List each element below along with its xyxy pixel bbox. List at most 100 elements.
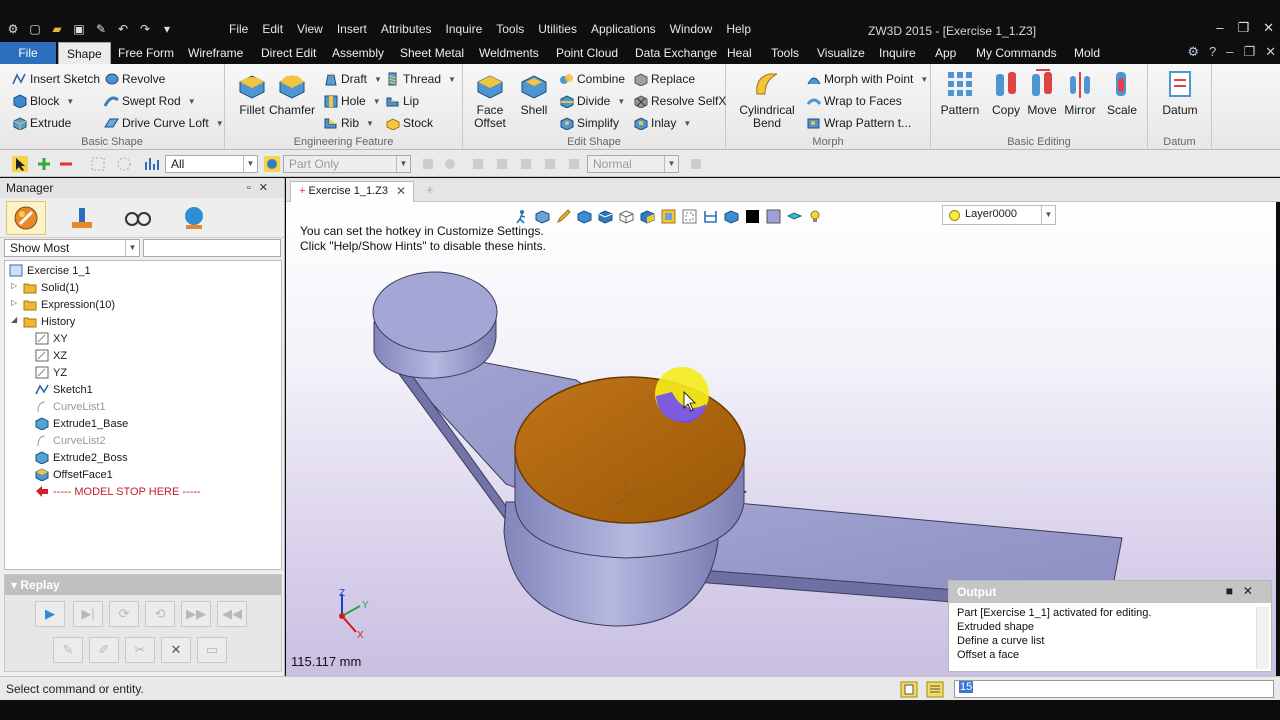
menu-window[interactable]: Window	[663, 22, 720, 36]
tree-node-xz[interactable]: XZ	[35, 347, 67, 364]
pick-icon-8[interactable]	[688, 156, 704, 172]
close-icon[interactable]: ✕	[396, 184, 406, 198]
cube-icon[interactable]	[577, 209, 592, 224]
menu-help[interactable]: Help	[719, 22, 758, 36]
replay-edit-button[interactable]: ✎	[53, 637, 83, 663]
settings-gear-icon[interactable]: ⚙	[1187, 44, 1199, 60]
tree-node-model-stop[interactable]: ----- MODEL STOP HERE -----	[35, 483, 201, 500]
ribbon-restore-icon[interactable]: ❐	[1243, 44, 1255, 60]
section-view-icon[interactable]	[703, 209, 718, 224]
help-icon[interactable]: ?	[1209, 44, 1216, 60]
scale-button[interactable]: Scale	[1099, 68, 1145, 117]
stock-button[interactable]: Stock	[385, 114, 433, 132]
tab-app[interactable]: App	[927, 42, 964, 64]
part-filter-icon[interactable]	[264, 156, 280, 172]
swept-rod-button[interactable]: Swept Rod ▼	[104, 92, 196, 110]
manager-search-input[interactable]	[143, 239, 281, 257]
tree-node-extrude2[interactable]: Extrude2_Boss	[35, 449, 128, 466]
rib-button[interactable]: Rib ▼	[323, 114, 374, 132]
expand-arrow-icon[interactable]: ▷	[11, 281, 17, 290]
tab-tools[interactable]: Tools	[763, 42, 807, 64]
morph-with-point-button[interactable]: Morph with Point ▼	[806, 70, 928, 88]
render-mode-icon[interactable]	[535, 209, 550, 224]
shaded-cube-icon[interactable]	[598, 209, 613, 224]
replay-step-over-button[interactable]: ⟲	[145, 601, 175, 627]
tab-data-exchange[interactable]: Data Exchange	[627, 42, 725, 64]
pick-icon-5[interactable]	[518, 156, 534, 172]
explode-view-icon[interactable]	[724, 209, 739, 224]
assembly-manager-tab[interactable]	[62, 201, 102, 235]
tree-node-xy[interactable]: XY	[35, 330, 68, 347]
view-manager-tab[interactable]	[118, 201, 158, 235]
view-orientation-icon[interactable]	[640, 209, 655, 224]
menu-attributes[interactable]: Attributes	[374, 22, 439, 36]
new-file-icon[interactable]: ▢	[26, 20, 44, 38]
replay-step-in-button[interactable]: ⟳	[109, 601, 139, 627]
status-icon-2[interactable]	[926, 681, 944, 698]
tab-heal[interactable]: Heal	[719, 42, 760, 64]
replay-delete-button[interactable]: ✕	[161, 637, 191, 663]
layer-select[interactable]: Layer0000 ▼	[942, 205, 1056, 225]
divide-button[interactable]: Divide ▼	[559, 92, 625, 110]
lip-button[interactable]: Lip	[385, 92, 419, 110]
filter-icon[interactable]	[144, 156, 160, 172]
menu-file[interactable]: File	[222, 22, 255, 36]
replay-rewind-button[interactable]: ◀◀	[217, 601, 247, 627]
wireframe-cube-icon[interactable]	[619, 209, 634, 224]
insert-sketch-button[interactable]: Insert Sketch	[12, 70, 100, 88]
tree-node-root[interactable]: Exercise 1_1	[9, 262, 91, 279]
restore-icon[interactable]: ❐	[1237, 20, 1249, 36]
cylindrical-bend-button[interactable]: Cylindrical Bend	[736, 68, 798, 130]
tab-assembly[interactable]: Assembly	[324, 42, 392, 64]
lasso-icon[interactable]	[116, 156, 132, 172]
menu-edit[interactable]: Edit	[255, 22, 290, 36]
command-input[interactable]: 15	[954, 680, 1274, 698]
tab-point-cloud[interactable]: Point Cloud	[548, 42, 626, 64]
drive-curve-loft-button[interactable]: Drive Curve Loft ▼	[104, 114, 224, 132]
replay-pencil-button[interactable]: ✐	[89, 637, 119, 663]
open-folder-icon[interactable]: ▰	[48, 20, 66, 38]
tab-mold[interactable]: Mold	[1066, 42, 1108, 64]
simplify-button[interactable]: Simplify	[559, 114, 619, 132]
pick-icon-4[interactable]	[494, 156, 510, 172]
tab-file[interactable]: File	[0, 42, 56, 64]
tab-visualize[interactable]: Visualize	[809, 42, 873, 64]
menu-applications[interactable]: Applications	[584, 22, 663, 36]
history-manager-tab[interactable]	[6, 201, 46, 235]
collapse-arrow-icon[interactable]: ◢	[11, 315, 17, 324]
tab-my-commands[interactable]: My Commands	[968, 42, 1065, 64]
replace-button[interactable]: Replace	[633, 70, 695, 88]
close-icon[interactable]: ✕	[1263, 20, 1274, 36]
select-pointer-icon[interactable]	[12, 156, 28, 172]
draft-button[interactable]: Draft ▼	[323, 70, 382, 88]
tab-free-form[interactable]: Free Form	[110, 42, 182, 64]
tree-node-sketch1[interactable]: Sketch1	[35, 381, 93, 398]
output-scrollbar[interactable]	[1256, 607, 1269, 669]
box-select-icon[interactable]	[90, 156, 106, 172]
replay-step-forward-button[interactable]: ▶|	[73, 601, 103, 627]
manager-panel-controls[interactable]: ▫✕	[247, 181, 276, 194]
app-icon[interactable]: ⚙	[4, 20, 22, 38]
edit-icon[interactable]: ✎	[92, 20, 110, 38]
face-color-icon[interactable]	[766, 209, 781, 224]
status-icon-1[interactable]	[900, 681, 918, 698]
replay-play-button[interactable]: ▶	[35, 601, 65, 627]
menu-inquire[interactable]: Inquire	[439, 22, 490, 36]
pattern-button[interactable]: Pattern	[937, 68, 983, 117]
save-icon[interactable]: ▣	[70, 20, 88, 38]
zoom-window-icon[interactable]	[682, 209, 697, 224]
part-only-select[interactable]: Part Only ▼	[283, 155, 411, 173]
tree-node-offsetface1[interactable]: OffsetFace1	[35, 466, 113, 483]
pick-icon-3[interactable]	[470, 156, 486, 172]
pencil-icon[interactable]	[556, 208, 571, 224]
visual-manager-tab[interactable]	[174, 201, 214, 235]
tab-shape[interactable]: Shape	[58, 42, 111, 64]
block-button[interactable]: Block ▼	[12, 92, 74, 110]
output-panel-controls[interactable]: ■✕	[1226, 584, 1263, 598]
wrap-pattern-button[interactable]: Wrap Pattern t...	[806, 114, 911, 132]
walk-icon[interactable]	[514, 209, 529, 224]
menu-utilities[interactable]: Utilities	[531, 22, 584, 36]
tab-weldments[interactable]: Weldments	[471, 42, 547, 64]
expand-arrow-icon[interactable]: ▷	[11, 298, 17, 307]
menu-insert[interactable]: Insert	[330, 22, 374, 36]
